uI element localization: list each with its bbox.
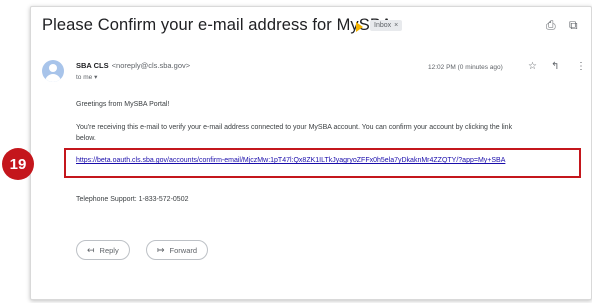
inbox-label-chip[interactable]: Inbox × [370, 20, 403, 31]
recipient-details-dropdown-icon[interactable]: ▾ [94, 74, 97, 81]
reply-icon[interactable]: ↰ [551, 61, 559, 72]
more-options-icon[interactable]: ⋮ [576, 61, 586, 72]
sender-name: SBA CLS [76, 61, 109, 70]
open-new-window-icon[interactable]: ⧉ [569, 18, 578, 33]
avatar-body [45, 74, 61, 82]
email-timestamp: 12:02 PM (0 minutes ago) [428, 64, 503, 71]
confirm-email-link[interactable]: https://beta.oauth.cls.sba.gov/accounts/… [76, 157, 505, 164]
sender-line: SBA CLS <noreply@cls.sba.gov> [76, 61, 190, 70]
forward-button[interactable]: ↦ Forward [146, 240, 209, 260]
recipient-line[interactable]: to me ▾ [76, 73, 97, 81]
forward-arrow-icon: ↦ [157, 244, 165, 255]
inbox-label-text: Inbox [374, 22, 392, 29]
reply-label: Reply [99, 245, 119, 255]
avatar-head [49, 64, 57, 72]
forward-label: Forward [169, 245, 198, 255]
star-icon[interactable]: ☆ [528, 61, 537, 72]
subject-row: Please Confirm your e-mail address for M… [42, 14, 582, 38]
telephone-support: Telephone Support: 1-833-572-0502 [76, 196, 189, 203]
sender-email: <noreply@cls.sba.gov> [111, 61, 191, 70]
recipient-text: to me [76, 74, 93, 81]
reply-arrow-icon: ↤ [87, 244, 95, 255]
email-body-line-1: You're receiving this e-mail to verify y… [76, 124, 513, 131]
email-greeting: Greetings from MySBA Portal! [76, 101, 170, 108]
email-body-line-2: below. [76, 135, 96, 142]
step-number-badge: 19 [2, 148, 34, 180]
important-marker-icon[interactable] [356, 22, 363, 32]
reply-button[interactable]: ↤ Reply [76, 240, 130, 260]
print-icon[interactable]: ⎙ [546, 18, 556, 33]
remove-label-icon[interactable]: × [394, 22, 398, 29]
email-subject: Please Confirm your e-mail address for M… [42, 16, 393, 34]
sender-avatar [42, 60, 64, 82]
